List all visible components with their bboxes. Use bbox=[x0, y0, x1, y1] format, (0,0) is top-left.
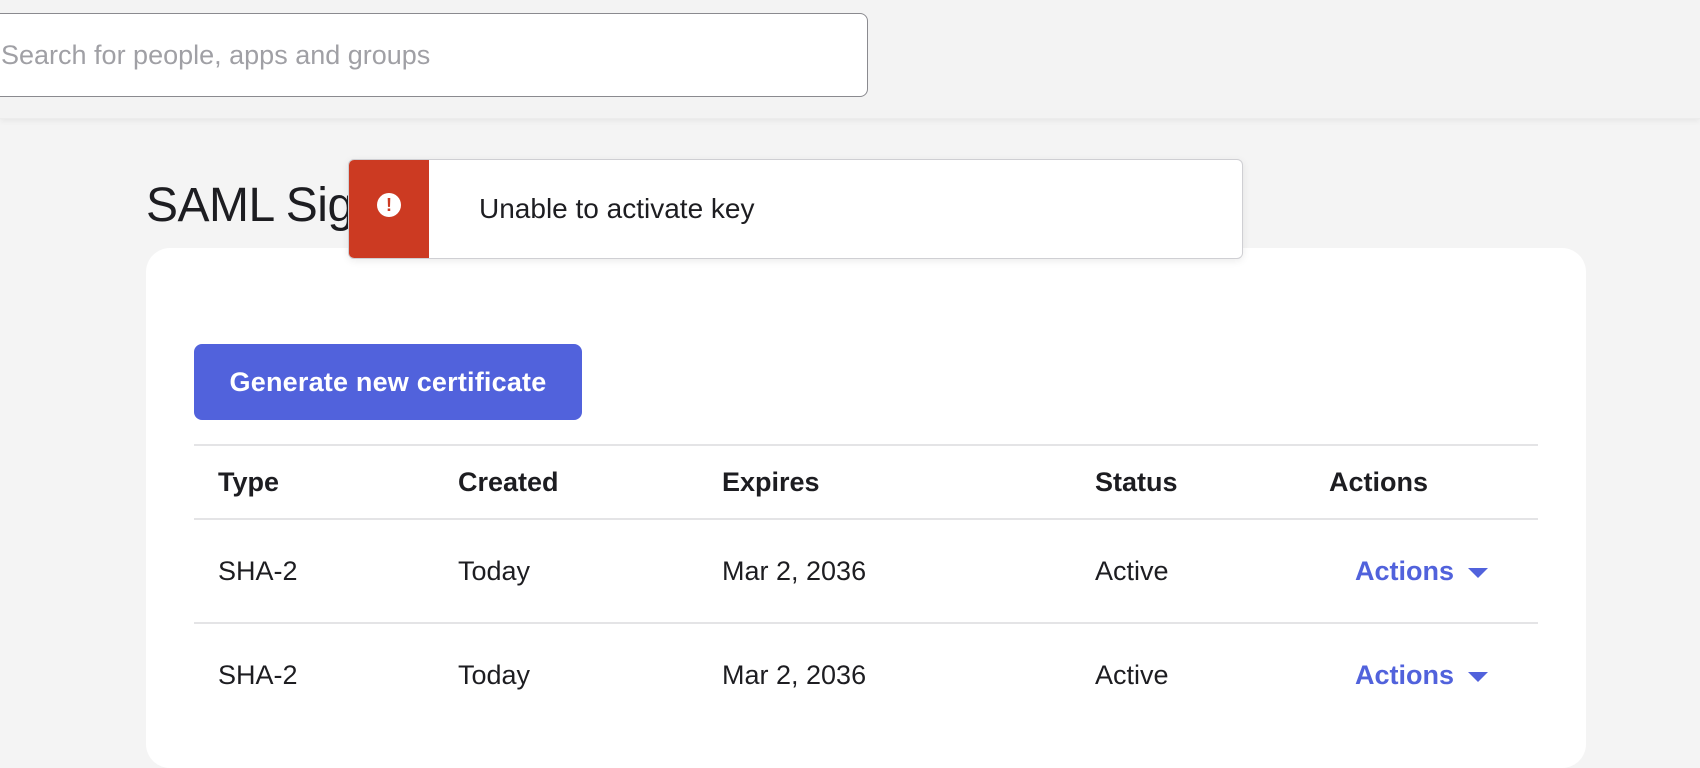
caret-down-icon bbox=[1468, 672, 1489, 682]
search-box[interactable] bbox=[0, 13, 868, 97]
certificates-table: Type Created Expires Status Actions SHA-… bbox=[194, 444, 1538, 726]
table-header-row: Type Created Expires Status Actions bbox=[194, 444, 1538, 518]
cell-expires: Mar 2, 2036 bbox=[722, 555, 867, 586]
table-row: SHA-2 Today Mar 2, 2036 Active Actions bbox=[194, 518, 1538, 622]
error-toast: ! Unable to activate key bbox=[348, 159, 1243, 259]
generate-certificate-button[interactable]: Generate new certificate bbox=[194, 344, 582, 420]
row-actions-dropdown[interactable]: Actions bbox=[1355, 624, 1489, 726]
cell-created: Today bbox=[458, 659, 531, 690]
row-actions-dropdown[interactable]: Actions bbox=[1355, 520, 1489, 622]
cell-created: Today bbox=[458, 555, 531, 586]
column-header-type: Type bbox=[218, 466, 280, 497]
caret-down-icon bbox=[1468, 568, 1489, 578]
cell-type: SHA-2 bbox=[218, 555, 298, 586]
table-row: SHA-2 Today Mar 2, 2036 Active Actions bbox=[194, 622, 1538, 726]
alert-circle-icon: ! bbox=[377, 193, 401, 217]
search-input[interactable] bbox=[0, 14, 867, 96]
column-header-expires: Expires bbox=[722, 466, 820, 497]
cell-type: SHA-2 bbox=[218, 659, 298, 690]
column-header-status: Status bbox=[1095, 466, 1178, 497]
toast-accent-bar: ! bbox=[349, 160, 429, 258]
cell-expires: Mar 2, 2036 bbox=[722, 659, 867, 690]
top-header bbox=[0, 0, 1700, 119]
cell-status: Active bbox=[1095, 659, 1169, 690]
column-header-created: Created bbox=[458, 466, 559, 497]
toast-message: Unable to activate key bbox=[479, 193, 755, 224]
actions-label: Actions bbox=[1355, 659, 1455, 690]
column-header-actions: Actions bbox=[1329, 466, 1429, 497]
cell-status: Active bbox=[1095, 555, 1169, 586]
actions-label: Actions bbox=[1355, 555, 1455, 586]
